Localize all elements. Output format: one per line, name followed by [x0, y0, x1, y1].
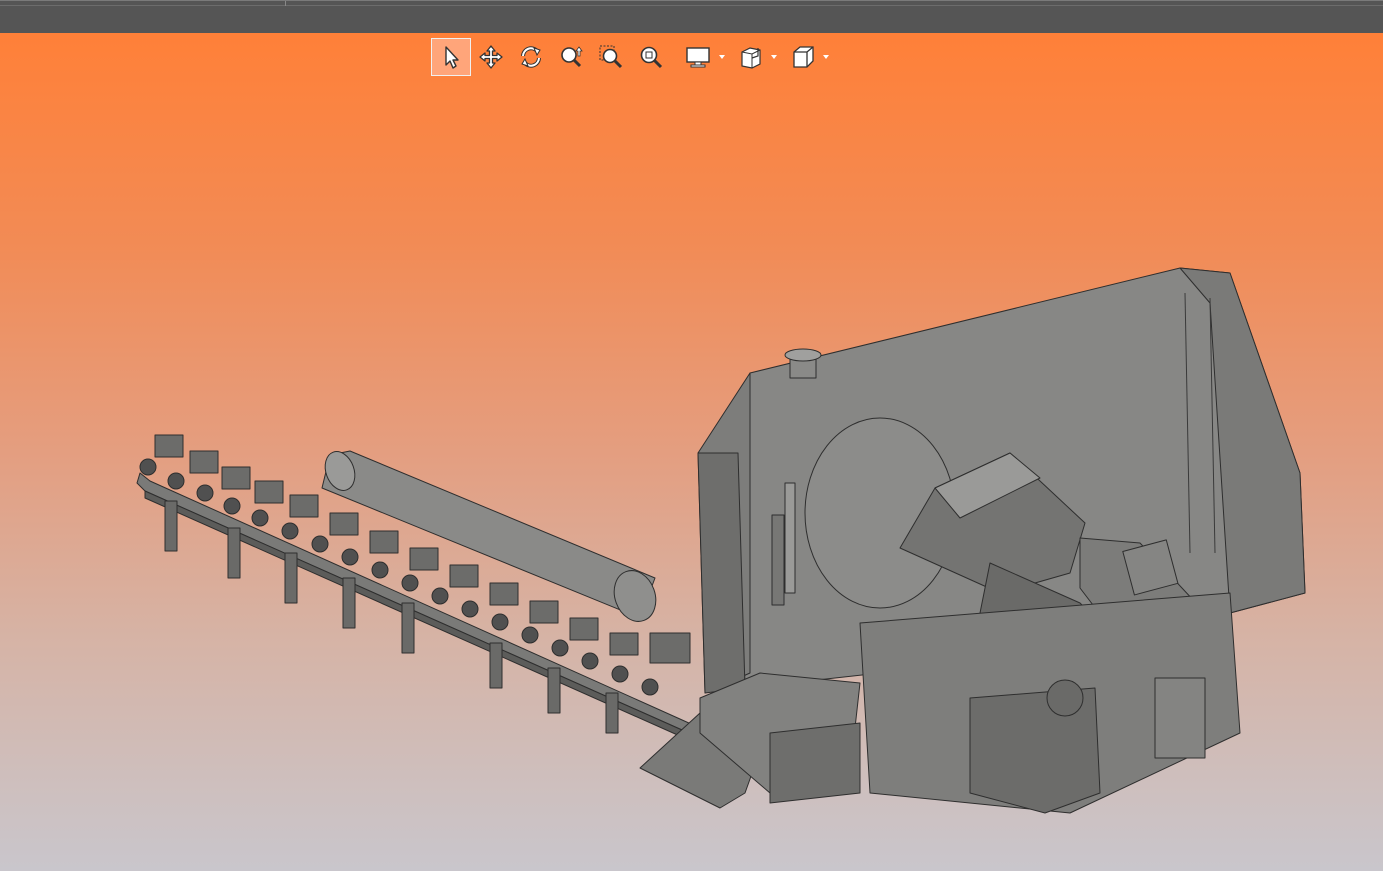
- 3d-viewport[interactable]: [0, 33, 1383, 871]
- rotate-icon: [521, 46, 541, 68]
- conveyor-leg: [489, 642, 503, 689]
- conveyor-leg: [547, 667, 561, 714]
- conveyor-leg: [401, 602, 415, 654]
- rotate-tool-button[interactable]: [511, 38, 551, 76]
- display-mode-dropdown[interactable]: [717, 38, 727, 76]
- section-view-dropdown[interactable]: [769, 38, 779, 76]
- zoom-updown-icon: [561, 46, 583, 68]
- zoom-fit-icon: [640, 46, 663, 69]
- zoom-dynamic-button[interactable]: [551, 38, 591, 76]
- conveyor-leg: [227, 527, 241, 579]
- zoom-fit-button[interactable]: [631, 38, 671, 76]
- standard-views-dropdown[interactable]: [821, 38, 831, 76]
- chevron-down-icon: [823, 55, 829, 59]
- tab-separator: [285, 1, 286, 6]
- view-toolbar: [431, 37, 837, 77]
- pointer-arrow-icon: [445, 46, 459, 69]
- display-mode-button[interactable]: [679, 38, 717, 76]
- section-view-button[interactable]: [733, 38, 769, 76]
- pan-tool-button[interactable]: [471, 38, 511, 76]
- conveyor-leg: [164, 500, 178, 552]
- title-bar: [0, 0, 1383, 34]
- move-arrows-icon: [479, 45, 503, 69]
- view-cube-icon: [793, 46, 814, 68]
- conveyor-leg: [284, 552, 298, 604]
- housing-front-edge: [697, 452, 746, 694]
- section-cube-icon: [741, 47, 761, 69]
- standard-views-button[interactable]: [785, 38, 821, 76]
- conveyor-leg: [342, 577, 356, 629]
- cad-model[interactable]: [0, 33, 1383, 871]
- chevron-down-icon: [719, 55, 725, 59]
- conveyor-leg: [605, 692, 619, 734]
- zoom-window-button[interactable]: [591, 38, 631, 76]
- select-tool-button[interactable]: [431, 38, 471, 76]
- monitor-icon: [686, 47, 710, 68]
- zoom-window-icon: [599, 45, 623, 69]
- chevron-down-icon: [771, 55, 777, 59]
- title-bar-divider: [0, 5, 1383, 6]
